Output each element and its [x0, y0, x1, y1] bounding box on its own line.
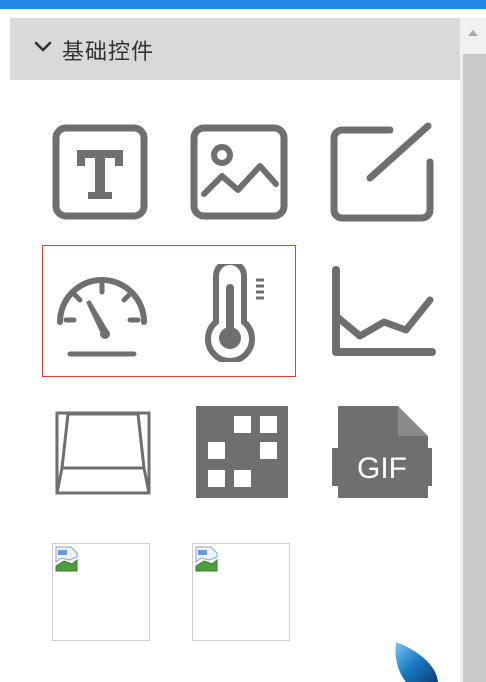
tool-text[interactable] [52, 124, 148, 220]
button-3d-icon [55, 411, 151, 495]
gauge-icon [57, 277, 147, 357]
tool-custom-image-1[interactable] [52, 543, 150, 641]
tool-edit[interactable] [330, 122, 434, 222]
tool-gif[interactable]: GIF [330, 402, 434, 502]
line-chart-icon [332, 266, 436, 356]
thermometer-icon [205, 264, 264, 362]
broken-image-icon [55, 546, 78, 572]
panel-title: 基础控件 [62, 40, 155, 65]
chevron-down-icon[interactable] [34, 40, 52, 54]
scroll-up-arrow-icon[interactable] [466, 28, 480, 38]
grid-block-icon [196, 406, 288, 498]
gif-icon: GIF [332, 406, 432, 498]
window-top-accent-bar [0, 0, 486, 9]
scrollbar-thumb[interactable] [463, 54, 486, 682]
gif-label: GIF [357, 452, 407, 485]
tool-line-chart[interactable] [330, 266, 436, 360]
tool-thermometer[interactable] [202, 264, 272, 362]
text-icon [52, 124, 148, 220]
tool-gauge[interactable] [50, 270, 154, 362]
image-icon [190, 124, 288, 220]
edit-icon [330, 122, 434, 222]
tool-custom-image-2[interactable] [192, 543, 290, 641]
tool-grid-block[interactable] [196, 406, 288, 498]
tool-button-3d[interactable] [54, 410, 152, 496]
water-drop-icon [395, 642, 438, 682]
tool-image[interactable] [190, 124, 288, 220]
broken-image-icon [195, 546, 218, 572]
